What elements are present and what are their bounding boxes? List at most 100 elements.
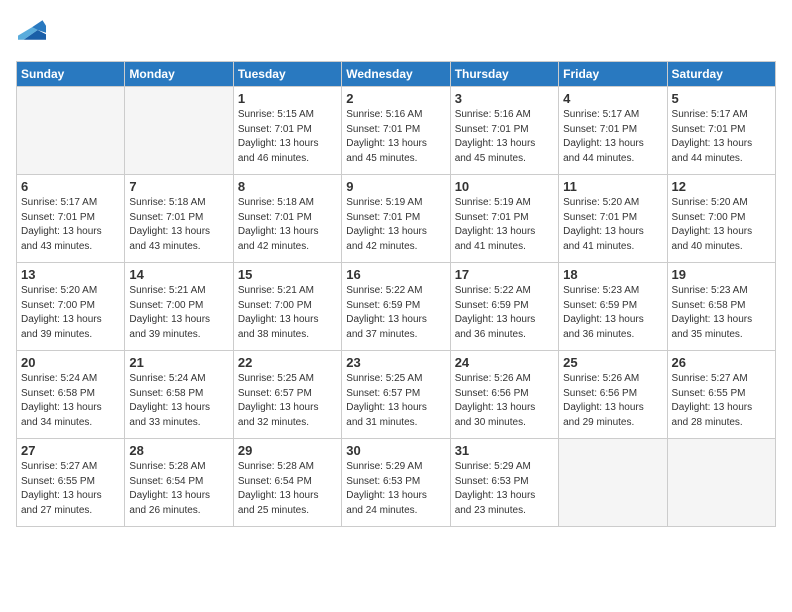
day-info: Sunrise: 5:23 AM Sunset: 6:59 PM Dayligh… (563, 284, 662, 342)
calendar-cell: 10 Sunrise: 5:19 AM Sunset: 7:01 PM Dayli… (450, 175, 558, 263)
day-number: 28 (129, 443, 228, 458)
day-info: Sunrise: 5:29 AM Sunset: 6:53 PM Dayligh… (346, 460, 445, 518)
day-number: 3 (455, 91, 554, 106)
calendar-week-2: 6 Sunrise: 5:17 AM Sunset: 7:01 PM Daylig… (17, 175, 776, 263)
calendar-body: 1 Sunrise: 5:15 AM Sunset: 7:01 PM Daylig… (17, 87, 776, 527)
day-info: Sunrise: 5:27 AM Sunset: 6:55 PM Dayligh… (672, 372, 771, 430)
logo-icon (18, 16, 46, 44)
calendar-cell: 29 Sunrise: 5:28 AM Sunset: 6:54 PM Dayli… (233, 439, 341, 527)
day-info: Sunrise: 5:29 AM Sunset: 6:53 PM Dayligh… (455, 460, 554, 518)
calendar-cell: 2 Sunrise: 5:16 AM Sunset: 7:01 PM Daylig… (342, 87, 450, 175)
calendar-cell: 23 Sunrise: 5:25 AM Sunset: 6:57 PM Dayli… (342, 351, 450, 439)
day-info: Sunrise: 5:26 AM Sunset: 6:56 PM Dayligh… (455, 372, 554, 430)
day-number: 17 (455, 267, 554, 282)
day-number: 27 (21, 443, 120, 458)
calendar-cell (125, 87, 233, 175)
day-number: 20 (21, 355, 120, 370)
calendar-cell: 14Sunrise: 5:21 AM Sunset: 7:00 PM Dayli… (125, 263, 233, 351)
day-number: 5 (672, 91, 771, 106)
day-info: Sunrise: 5:21 AM Sunset: 7:00 PM Dayligh… (129, 284, 228, 342)
day-number: 21 (129, 355, 228, 370)
day-number: 13 (21, 267, 120, 282)
day-info: Sunrise: 5:15 AM Sunset: 7:01 PM Dayligh… (238, 108, 337, 166)
calendar-week-3: 13 Sunrise: 5:20 AM Sunset: 7:00 PM Dayli… (17, 263, 776, 351)
calendar-cell: 19Sunrise: 5:23 AM Sunset: 6:58 PM Dayli… (667, 263, 775, 351)
day-info: Sunrise: 5:16 AM Sunset: 7:01 PM Dayligh… (346, 108, 445, 166)
day-info: Sunrise: 5:19 AM Sunset: 7:01 PM Dayligh… (455, 196, 554, 254)
day-number: 7 (129, 179, 228, 194)
col-header-saturday: Saturday (667, 62, 775, 87)
calendar-cell: 18 Sunrise: 5:23 AM Sunset: 6:59 PM Dayli… (559, 263, 667, 351)
calendar-cell: 11Sunrise: 5:20 AM Sunset: 7:01 PM Dayli… (559, 175, 667, 263)
calendar-week-5: 27Sunrise: 5:27 AM Sunset: 6:55 PM Dayli… (17, 439, 776, 527)
calendar-cell: 21 Sunrise: 5:24 AM Sunset: 6:58 PM Dayli… (125, 351, 233, 439)
calendar-cell: 16 Sunrise: 5:22 AM Sunset: 6:59 PM Dayli… (342, 263, 450, 351)
logo (16, 16, 46, 49)
day-number: 12 (672, 179, 771, 194)
day-number: 22 (238, 355, 337, 370)
day-info: Sunrise: 5:18 AM Sunset: 7:01 PM Dayligh… (129, 196, 228, 254)
day-number: 25 (563, 355, 662, 370)
calendar-cell: 5Sunrise: 5:17 AM Sunset: 7:01 PM Daylig… (667, 87, 775, 175)
calendar-cell: 12 Sunrise: 5:20 AM Sunset: 7:00 PM Dayli… (667, 175, 775, 263)
col-header-tuesday: Tuesday (233, 62, 341, 87)
col-header-wednesday: Wednesday (342, 62, 450, 87)
calendar-cell: 15Sunrise: 5:21 AM Sunset: 7:00 PM Dayli… (233, 263, 341, 351)
day-number: 6 (21, 179, 120, 194)
calendar-cell: 20Sunrise: 5:24 AM Sunset: 6:58 PM Dayli… (17, 351, 125, 439)
calendar-cell: 26 Sunrise: 5:27 AM Sunset: 6:55 PM Dayli… (667, 351, 775, 439)
day-info: Sunrise: 5:22 AM Sunset: 6:59 PM Dayligh… (455, 284, 554, 342)
calendar-cell: 28 Sunrise: 5:28 AM Sunset: 6:54 PM Dayli… (125, 439, 233, 527)
calendar-cell: 1 Sunrise: 5:15 AM Sunset: 7:01 PM Daylig… (233, 87, 341, 175)
day-number: 24 (455, 355, 554, 370)
day-number: 16 (346, 267, 445, 282)
col-header-friday: Friday (559, 62, 667, 87)
day-number: 9 (346, 179, 445, 194)
day-info: Sunrise: 5:16 AM Sunset: 7:01 PM Dayligh… (455, 108, 554, 166)
day-info: Sunrise: 5:20 AM Sunset: 7:00 PM Dayligh… (21, 284, 120, 342)
day-number: 23 (346, 355, 445, 370)
calendar-cell: 3 Sunrise: 5:16 AM Sunset: 7:01 PM Daylig… (450, 87, 558, 175)
day-number: 2 (346, 91, 445, 106)
day-info: Sunrise: 5:23 AM Sunset: 6:58 PM Dayligh… (672, 284, 771, 342)
day-info: Sunrise: 5:25 AM Sunset: 6:57 PM Dayligh… (238, 372, 337, 430)
day-info: Sunrise: 5:25 AM Sunset: 6:57 PM Dayligh… (346, 372, 445, 430)
calendar-week-4: 20 Sunrise: 5:24 AM Sunset: 6:58 PM Dayli… (17, 351, 776, 439)
day-number: 4 (563, 91, 662, 106)
calendar-cell: 25 Sunrise: 5:26 AM Sunset: 6:56 PM Dayli… (559, 351, 667, 439)
calendar-cell: 9 Sunrise: 5:19 AM Sunset: 7:01 PM Daylig… (342, 175, 450, 263)
calendar-cell: 17 Sunrise: 5:22 AM Sunset: 6:59 PM Dayli… (450, 263, 558, 351)
calendar-cell: 4 Sunrise: 5:17 AM Sunset: 7:01 PM Daylig… (559, 87, 667, 175)
day-number: 18 (563, 267, 662, 282)
day-number: 10 (455, 179, 554, 194)
day-number: 30 (346, 443, 445, 458)
day-info: Sunrise: 5:24 AM Sunset: 6:58 PM Dayligh… (129, 372, 228, 430)
day-number: 8 (238, 179, 337, 194)
day-number: 29 (238, 443, 337, 458)
col-header-thursday: Thursday (450, 62, 558, 87)
day-info: Sunrise: 5:17 AM Sunset: 7:01 PM Dayligh… (21, 196, 120, 254)
day-number: 31 (455, 443, 554, 458)
day-info: Sunrise: 5:18 AM Sunset: 7:01 PM Dayligh… (238, 196, 337, 254)
calendar-cell: 7 Sunrise: 5:18 AM Sunset: 7:01 PM Daylig… (125, 175, 233, 263)
day-info: Sunrise: 5:17 AM Sunset: 7:01 PM Dayligh… (563, 108, 662, 166)
day-info: Sunrise: 5:20 AM Sunset: 7:01 PM Dayligh… (563, 196, 662, 254)
day-info: Sunrise: 5:26 AM Sunset: 6:56 PM Dayligh… (563, 372, 662, 430)
day-info: Sunrise: 5:28 AM Sunset: 6:54 PM Dayligh… (238, 460, 337, 518)
calendar-cell: 30 Sunrise: 5:29 AM Sunset: 6:53 PM Dayli… (342, 439, 450, 527)
col-header-monday: Monday (125, 62, 233, 87)
calendar-cell: 27Sunrise: 5:27 AM Sunset: 6:55 PM Dayli… (17, 439, 125, 527)
day-info: Sunrise: 5:19 AM Sunset: 7:01 PM Dayligh… (346, 196, 445, 254)
calendar-cell: 31 Sunrise: 5:29 AM Sunset: 6:53 PM Dayli… (450, 439, 558, 527)
day-number: 1 (238, 91, 337, 106)
day-number: 15 (238, 267, 337, 282)
calendar-cell (667, 439, 775, 527)
calendar-cell: 13 Sunrise: 5:20 AM Sunset: 7:00 PM Dayli… (17, 263, 125, 351)
day-number: 26 (672, 355, 771, 370)
col-header-sunday: Sunday (17, 62, 125, 87)
calendar-header-row: SundayMondayTuesdayWednesdayThursdayFrid… (17, 62, 776, 87)
day-info: Sunrise: 5:20 AM Sunset: 7:00 PM Dayligh… (672, 196, 771, 254)
day-info: Sunrise: 5:22 AM Sunset: 6:59 PM Dayligh… (346, 284, 445, 342)
calendar-week-1: 1 Sunrise: 5:15 AM Sunset: 7:01 PM Daylig… (17, 87, 776, 175)
day-info: Sunrise: 5:28 AM Sunset: 6:54 PM Dayligh… (129, 460, 228, 518)
